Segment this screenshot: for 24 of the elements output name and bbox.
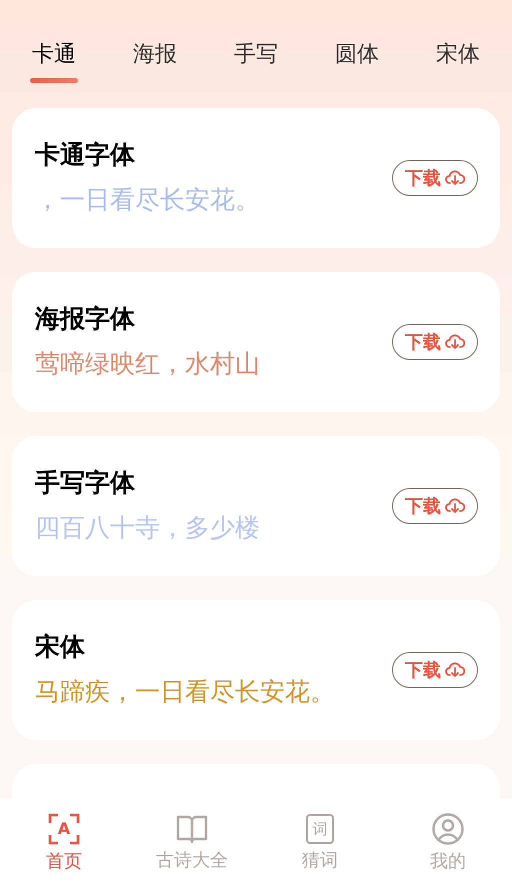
category-tab[interactable]: 海报 — [131, 40, 179, 96]
font-card[interactable]: 宋体 马蹄疾，一日看尽长安花。 下载 — [12, 600, 500, 740]
font-name: 宋体 — [35, 631, 86, 663]
font-name: 手写字体 — [35, 467, 136, 499]
user-icon — [432, 813, 464, 845]
cloud-download-icon — [445, 497, 465, 515]
font-sample: 四百八十寺，多少楼 — [35, 512, 260, 544]
category-tab[interactable]: 宋体 — [434, 40, 482, 96]
category-tab[interactable]: 圆体 — [333, 40, 381, 96]
font-card[interactable]: 手写字体 四百八十寺，多少楼 下载 — [12, 436, 500, 576]
font-sample: 马蹄疾，一日看尽长安花。 — [35, 676, 335, 708]
font-card[interactable]: 海报字体 莺啼绿映红，水村山 下载 — [12, 272, 500, 412]
cloud-download-icon — [445, 169, 465, 187]
cloud-download-icon — [445, 333, 465, 351]
font-sample: ，一日看尽长安花。 — [35, 184, 260, 216]
font-sample: 莺啼绿映红，水村山 — [35, 348, 260, 380]
book-icon — [176, 814, 208, 844]
cloud-download-icon — [445, 661, 465, 679]
category-tab[interactable]: 卡通 — [30, 40, 78, 96]
font-name: 卡通字体 — [35, 139, 136, 171]
category-tab[interactable]: 手写 — [232, 40, 280, 96]
word-icon: 词 — [306, 814, 334, 844]
font-card[interactable]: 卡通字体 ，一日看尽长安花。 下载 — [12, 108, 500, 248]
font-name: 海报字体 — [35, 303, 136, 335]
